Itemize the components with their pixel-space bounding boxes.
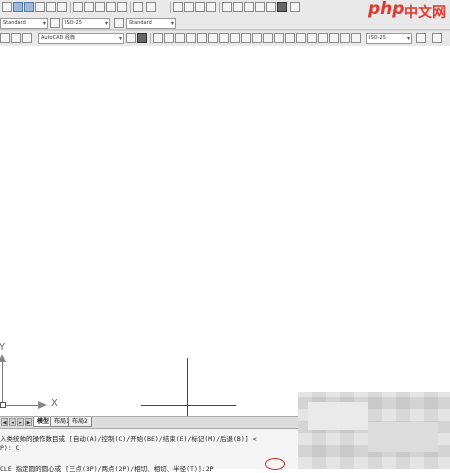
logo-php-text: php [368,0,405,19]
paste-icon[interactable] [95,2,105,12]
undo-icon[interactable] [133,2,143,12]
polyline-icon[interactable] [175,33,185,43]
workspace-icon[interactable] [0,33,10,43]
tab-nav-next-button[interactable]: ▸ [17,418,24,426]
workspace-settings-icon[interactable] [11,33,21,43]
layer-settings-icon[interactable] [432,33,442,43]
ucs-origin-icon [0,402,6,408]
command-prompt-text: CLE 指定圆的圆心或 [三点(3P)/两点(2P)/相切、相切、半径(T)]: [0,465,206,473]
match-properties-icon[interactable] [106,2,116,12]
tool-palettes-icon[interactable] [244,2,254,12]
arc-icon[interactable] [208,33,218,43]
rectangle-icon[interactable] [197,33,207,43]
dim-style-icon[interactable] [50,18,60,28]
table-style-icon[interactable] [114,18,124,28]
publish-icon[interactable] [57,2,67,12]
properties-icon[interactable] [222,2,232,12]
block-editor-icon[interactable] [117,2,127,12]
crosshair-cursor-horizontal [141,405,236,406]
command-history-line-1: 入类统帅的操作数目或 [自动(A)/控制(C)/开始(BE)/结束(E)/标记(… [0,435,257,443]
revision-cloud-icon[interactable] [230,33,240,43]
blur-block [368,422,438,452]
tab-nav-last-button[interactable]: ▶ [25,418,32,426]
insert-block-icon[interactable] [263,33,273,43]
markup-icon[interactable] [266,2,276,12]
dim-style-select[interactable]: ISO-25 [62,18,110,29]
print-icon[interactable] [35,2,45,12]
highlight-circle-annotation [265,458,285,470]
table-style-select[interactable]: Standard [126,18,176,29]
zoom-previous-icon[interactable] [206,2,216,12]
polygon-icon[interactable] [186,33,196,43]
toolbar-separator [70,2,71,13]
command-input[interactable]: 2P [206,465,214,473]
point-icon[interactable] [285,33,295,43]
blur-block [308,402,368,430]
layer-previous-icon[interactable] [416,33,426,43]
ucs-x-label: X [51,398,58,409]
region-icon[interactable] [318,33,328,43]
toolbar-separator [170,2,171,13]
command-history-line-2: P): C [0,444,20,452]
toolbar-separator [219,2,220,13]
layer-icon[interactable] [22,33,32,43]
tab-layout2[interactable]: 布局2 [68,417,92,427]
save-icon[interactable] [24,2,34,12]
table-icon[interactable] [329,33,339,43]
design-center-icon[interactable] [233,2,243,12]
copy-icon[interactable] [84,2,94,12]
layer-manager-icon[interactable] [351,33,361,43]
logo-cn-text: 中文网 [404,5,446,21]
php-cn-logo: php 中文网 [362,0,450,22]
make-block-icon[interactable] [274,33,284,43]
cut-icon[interactable] [73,2,83,12]
tab-nav-prev-button[interactable]: ◂ [9,418,16,426]
multiline-text-icon[interactable] [340,33,350,43]
toolbar-separator [150,33,151,44]
blurred-region [298,392,450,469]
ucs-x-axis [2,405,42,406]
crosshair-cursor-vertical [187,358,188,416]
zoom-window-icon[interactable] [195,2,205,12]
gradient-icon[interactable] [307,33,317,43]
ucs-x-arrow-icon [38,401,47,409]
ellipse-icon[interactable] [252,33,262,43]
workspace-save-icon[interactable] [126,33,136,43]
ucs-y-label: Y [0,342,6,353]
new-icon[interactable] [2,2,12,12]
ucs-y-arrow-icon [0,354,6,362]
workspace-select[interactable]: AutoCAD 经典 [38,33,124,44]
tab-nav-first-button[interactable]: ◀ [1,418,8,426]
circle-icon[interactable] [219,33,229,43]
redo-icon[interactable] [146,2,156,12]
help-icon[interactable] [290,2,300,12]
open-icon[interactable] [13,2,23,12]
zoom-realtime-icon[interactable] [184,2,194,12]
construction-line-icon[interactable] [164,33,174,43]
ucs-y-axis [2,358,3,406]
calculator-icon[interactable] [277,2,287,12]
layer-select[interactable]: ISO-25 [366,33,412,44]
draw-modify-toolbar: AutoCAD 经典 ISO-25 [0,30,450,47]
drawing-canvas[interactable] [0,46,450,416]
layer-state-icon[interactable] [137,33,147,43]
text-style-select[interactable]: Standard [0,18,48,29]
spline-icon[interactable] [241,33,251,43]
command-prompt: CLE 指定圆的圆心或 [三点(3P)/两点(2P)/相切、相切、半径(T)]:… [0,463,214,473]
hatch-icon[interactable] [296,33,306,43]
sheet-set-icon[interactable] [255,2,265,12]
preview-icon[interactable] [46,2,56,12]
toolbar-separator [130,2,131,13]
line-icon[interactable] [153,33,163,43]
pan-icon[interactable] [173,2,183,12]
